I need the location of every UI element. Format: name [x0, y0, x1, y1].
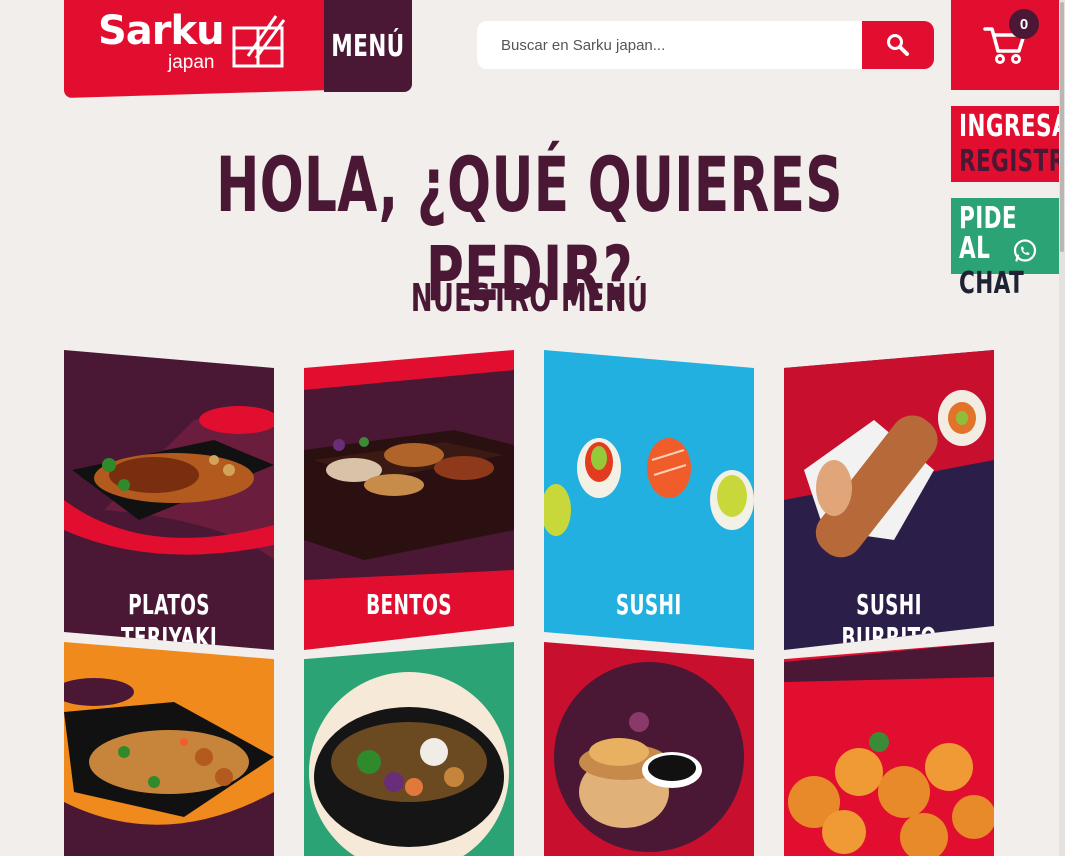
category-label-text: BENTOS	[366, 588, 452, 621]
category-card-sushi[interactable]: SUSHI	[544, 350, 754, 650]
dumplings-image	[544, 642, 754, 856]
menu-label: MENÚ	[331, 28, 405, 64]
category-card-7[interactable]	[544, 642, 754, 856]
brand-name: Sarku	[98, 8, 225, 54]
category-label: BENTOS	[304, 588, 514, 621]
search-icon	[887, 34, 909, 56]
brand-sub: japan	[168, 52, 215, 73]
scrollbar-thumb[interactable]	[1060, 2, 1064, 252]
search-input[interactable]	[477, 21, 862, 69]
category-label-text: SUSHI BURRITO	[841, 588, 937, 650]
brand-logo[interactable]: Sarku japan	[64, 0, 326, 98]
bento-box-icon	[232, 15, 286, 68]
category-card-bentos[interactable]: BENTOS	[304, 350, 514, 650]
search-bar	[477, 21, 934, 69]
category-label-text: PLATOS TERIYAKI	[120, 588, 218, 650]
section-title: NUESTRO MENÚ	[0, 276, 1059, 320]
section-title-text: NUESTRO MENÚ	[410, 276, 649, 320]
fried-rice-image	[64, 642, 274, 856]
category-card-5[interactable]	[64, 642, 274, 856]
category-card-8[interactable]	[784, 642, 994, 856]
login-label: INGRESAR	[959, 109, 1065, 144]
bowl-image	[304, 642, 514, 856]
crispy-shrimp-image	[784, 642, 994, 856]
category-card-teriyaki[interactable]: PLATOS TERIYAKI	[64, 350, 274, 650]
search-button[interactable]	[862, 21, 934, 69]
cart-button[interactable]	[951, 0, 1059, 90]
category-label: SUSHI BURRITO	[784, 588, 994, 650]
page-scrollbar[interactable]	[1059, 0, 1065, 856]
category-label-text: SUSHI	[616, 588, 682, 621]
category-label: SUSHI	[544, 588, 754, 621]
cart-count-badge: 0	[1009, 9, 1039, 39]
category-card-sushi-burrito[interactable]: SUSHI BURRITO	[784, 350, 994, 650]
category-card-6[interactable]	[304, 642, 514, 856]
category-label: PLATOS TERIYAKI	[64, 588, 274, 650]
menu-button[interactable]: MENÚ	[324, 0, 412, 92]
